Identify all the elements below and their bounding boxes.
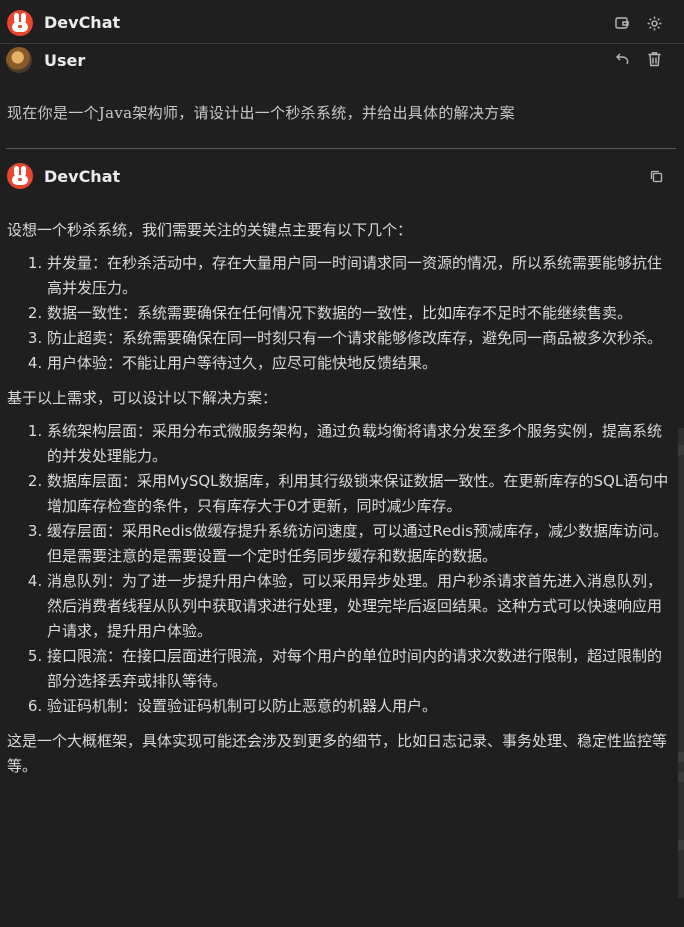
list-item: 数据库层面：采用MySQL数据库，利用其行级锁来保证数据一致性。在更新库存的SQ… (47, 469, 674, 519)
list-item: 接口限流：在接口层面进行限流，对每个用户的单位时间内的请求次数进行限制，超过限制… (47, 644, 674, 694)
list-item: 系统架构层面：采用分布式微服务架构，通过负载均衡将请求分发至多个服务实例，提高系… (47, 419, 674, 469)
list-item: 用户体验：不能让用户等待过久，应尽可能快地反馈结果。 (47, 351, 674, 376)
scrollbar-marker (678, 445, 684, 455)
assistant-message-body: 设想一个秒杀系统，我们需要关注的关键点主要有以下几个： 并发量：在秒杀活动中，存… (7, 218, 674, 779)
list-item: 消息队列：为了进一步提升用户体验，可以采用异步处理。用户秒杀请求首先进入消息队列… (47, 569, 674, 644)
conclusion-paragraph: 这是一个大概框架，具体实现可能还会涉及到更多的细节，比如日志记录、事务处理、稳定… (7, 732, 668, 775)
copy-icon[interactable] (646, 166, 666, 186)
intro-paragraph: 设想一个秒杀系统，我们需要关注的关键点主要有以下几个： (7, 221, 413, 239)
user-author-name: User (44, 51, 86, 70)
key-points-list: 并发量：在秒杀活动中，存在大量用户同一时间请求同一资源的情况，所以系统需要能够抗… (7, 251, 674, 376)
list-item: 防止超卖：系统需要确保在同一时刻只有一个请求能够修改库存，避免同一商品被多次秒杀… (47, 326, 674, 351)
trash-icon[interactable] (644, 49, 664, 69)
devchat-logo-icon (7, 163, 33, 189)
settings-gear-icon[interactable] (644, 13, 664, 33)
wallet-icon[interactable] (612, 13, 632, 33)
user-message-text: 现在你是一个Java架构师，请设计出一个秒杀系统，并给出具体的解决方案 (7, 104, 515, 122)
scrollbar[interactable] (678, 428, 684, 898)
list-item: 并发量：在秒杀活动中，存在大量用户同一时间请求同一资源的情况，所以系统需要能够抗… (47, 251, 674, 301)
list-item: 缓存层面：采用Redis做缓存提升系统访问速度，可以通过Redis预减库存，减少… (47, 519, 674, 569)
solution-intro-paragraph: 基于以上需求，可以设计以下解决方案： (7, 389, 278, 407)
list-item: 数据一致性：系统需要确保在任何情况下数据的一致性，比如库存不足时不能继续售卖。 (47, 301, 674, 326)
message-divider (6, 148, 676, 149)
app-title: DevChat (44, 13, 121, 32)
list-item: 验证码机制：设置验证码机制可以防止恶意的机器人用户。 (47, 694, 674, 719)
scrollbar-marker (678, 752, 684, 762)
scrollbar-marker (678, 840, 684, 850)
devchat-logo-icon (7, 10, 33, 36)
scrollbar-marker (678, 772, 684, 782)
header-bar: DevChat (0, 0, 684, 44)
user-avatar (6, 47, 32, 73)
solutions-list: 系统架构层面：采用分布式微服务架构，通过负载均衡将请求分发至多个服务实例，提高系… (7, 419, 674, 719)
undo-arrow-icon[interactable] (612, 50, 632, 70)
assistant-author-name: DevChat (44, 167, 121, 186)
